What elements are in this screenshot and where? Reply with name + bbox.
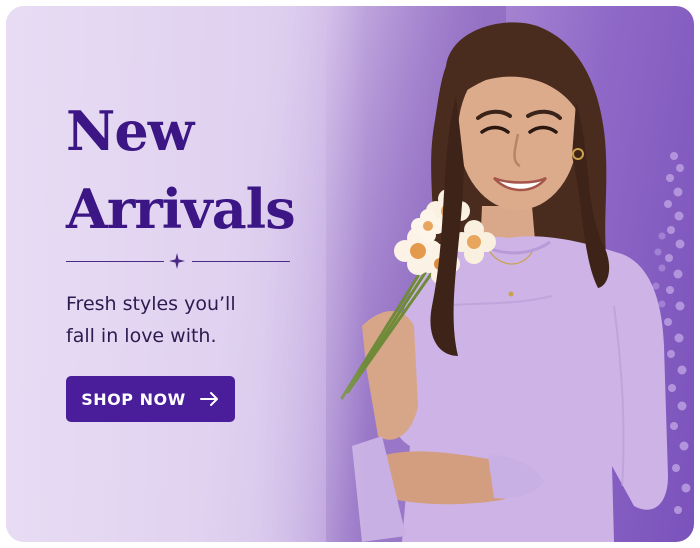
subtitle-line-2: fall in love with. xyxy=(66,325,217,347)
decorative-divider xyxy=(66,253,290,269)
subtitle-line-1: Fresh styles you’ll xyxy=(66,293,236,315)
page-title: New Arrivals xyxy=(66,92,296,248)
divider-line-right xyxy=(192,261,290,262)
headline-line-2: Arrivals xyxy=(66,177,296,241)
shop-now-button[interactable]: SHOP NOW xyxy=(66,376,235,422)
subtitle: Fresh styles you’ll fall in love with. xyxy=(66,288,306,352)
arrow-right-icon xyxy=(199,392,218,406)
text-backdrop xyxy=(6,6,366,542)
shop-now-label: SHOP NOW xyxy=(81,389,186,409)
promo-banner: New Arrivals Fresh styles you’ll fall in… xyxy=(6,6,694,542)
sparkle-icon xyxy=(169,253,185,269)
divider-line-left xyxy=(66,261,164,262)
headline-line-1: New xyxy=(66,99,194,163)
hero-photo xyxy=(340,22,691,542)
